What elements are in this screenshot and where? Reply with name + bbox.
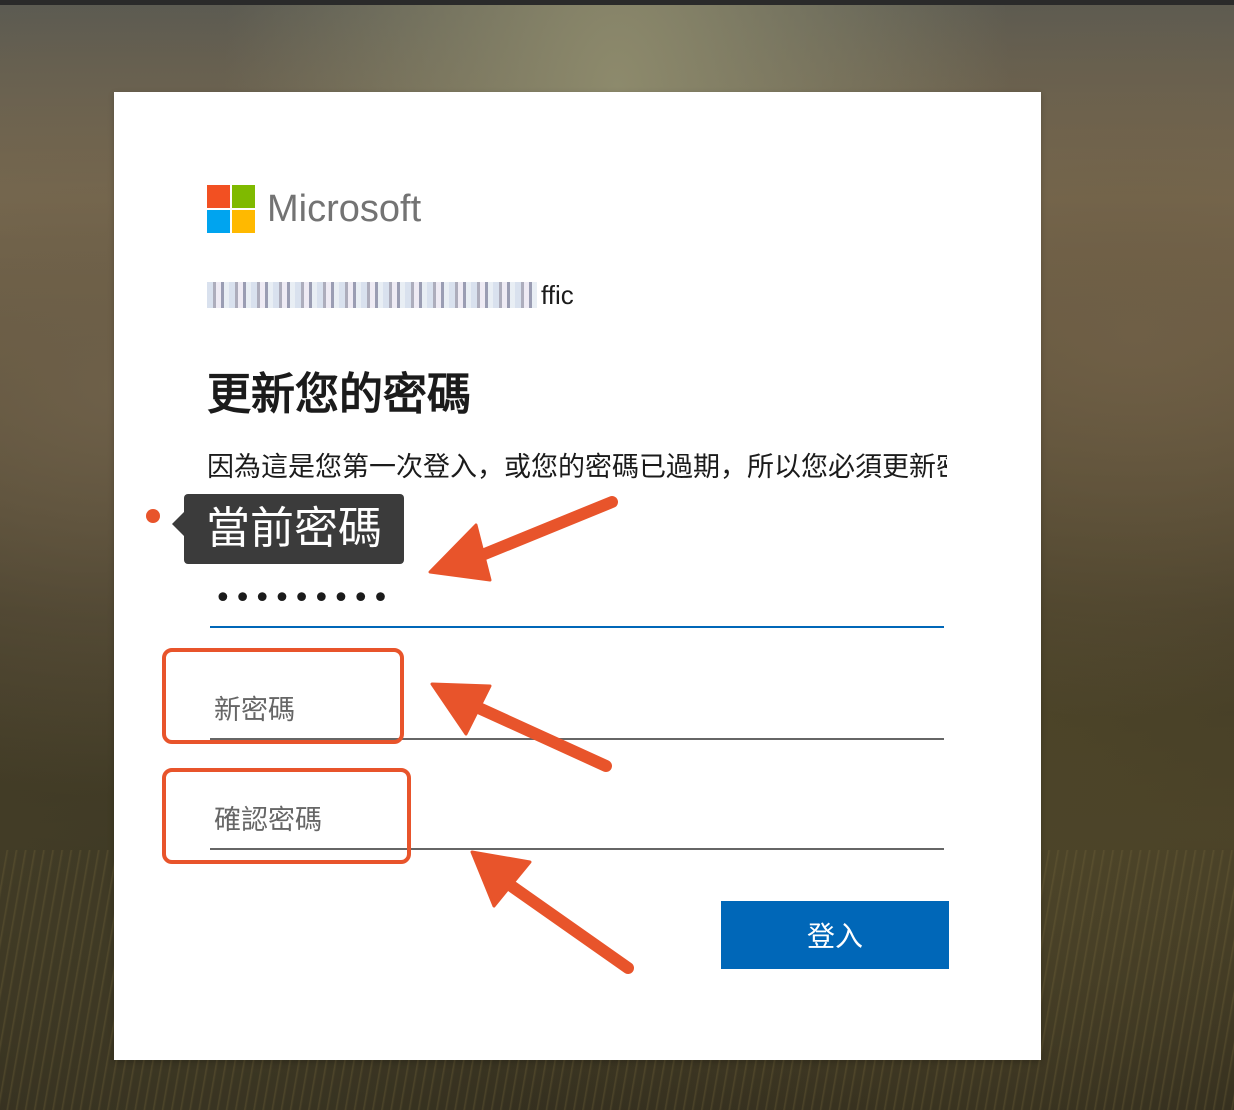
confirm-password-field[interactable] [210,792,944,850]
account-email-fragment: ffic [541,279,574,310]
brand-name: Microsoft [267,187,422,230]
signin-button[interactable]: 登入 [721,901,949,969]
page-title: 更新您的密碼 [207,369,471,420]
window-top-bar [0,0,1234,5]
current-password-field[interactable] [210,570,944,628]
background-scenery: Microsoft ffic 更新您的密碼 因為這是您第一次登入，或您的密碼已過… [0,0,1234,1110]
current-password-tooltip: 當前密碼 [172,494,404,564]
microsoft-logo-icon [207,185,255,233]
new-password-field[interactable] [210,682,944,740]
blurred-email [207,282,537,308]
microsoft-logo: Microsoft [207,184,421,234]
account-identifier: ffic [207,279,574,311]
annotation-dot [146,509,160,523]
